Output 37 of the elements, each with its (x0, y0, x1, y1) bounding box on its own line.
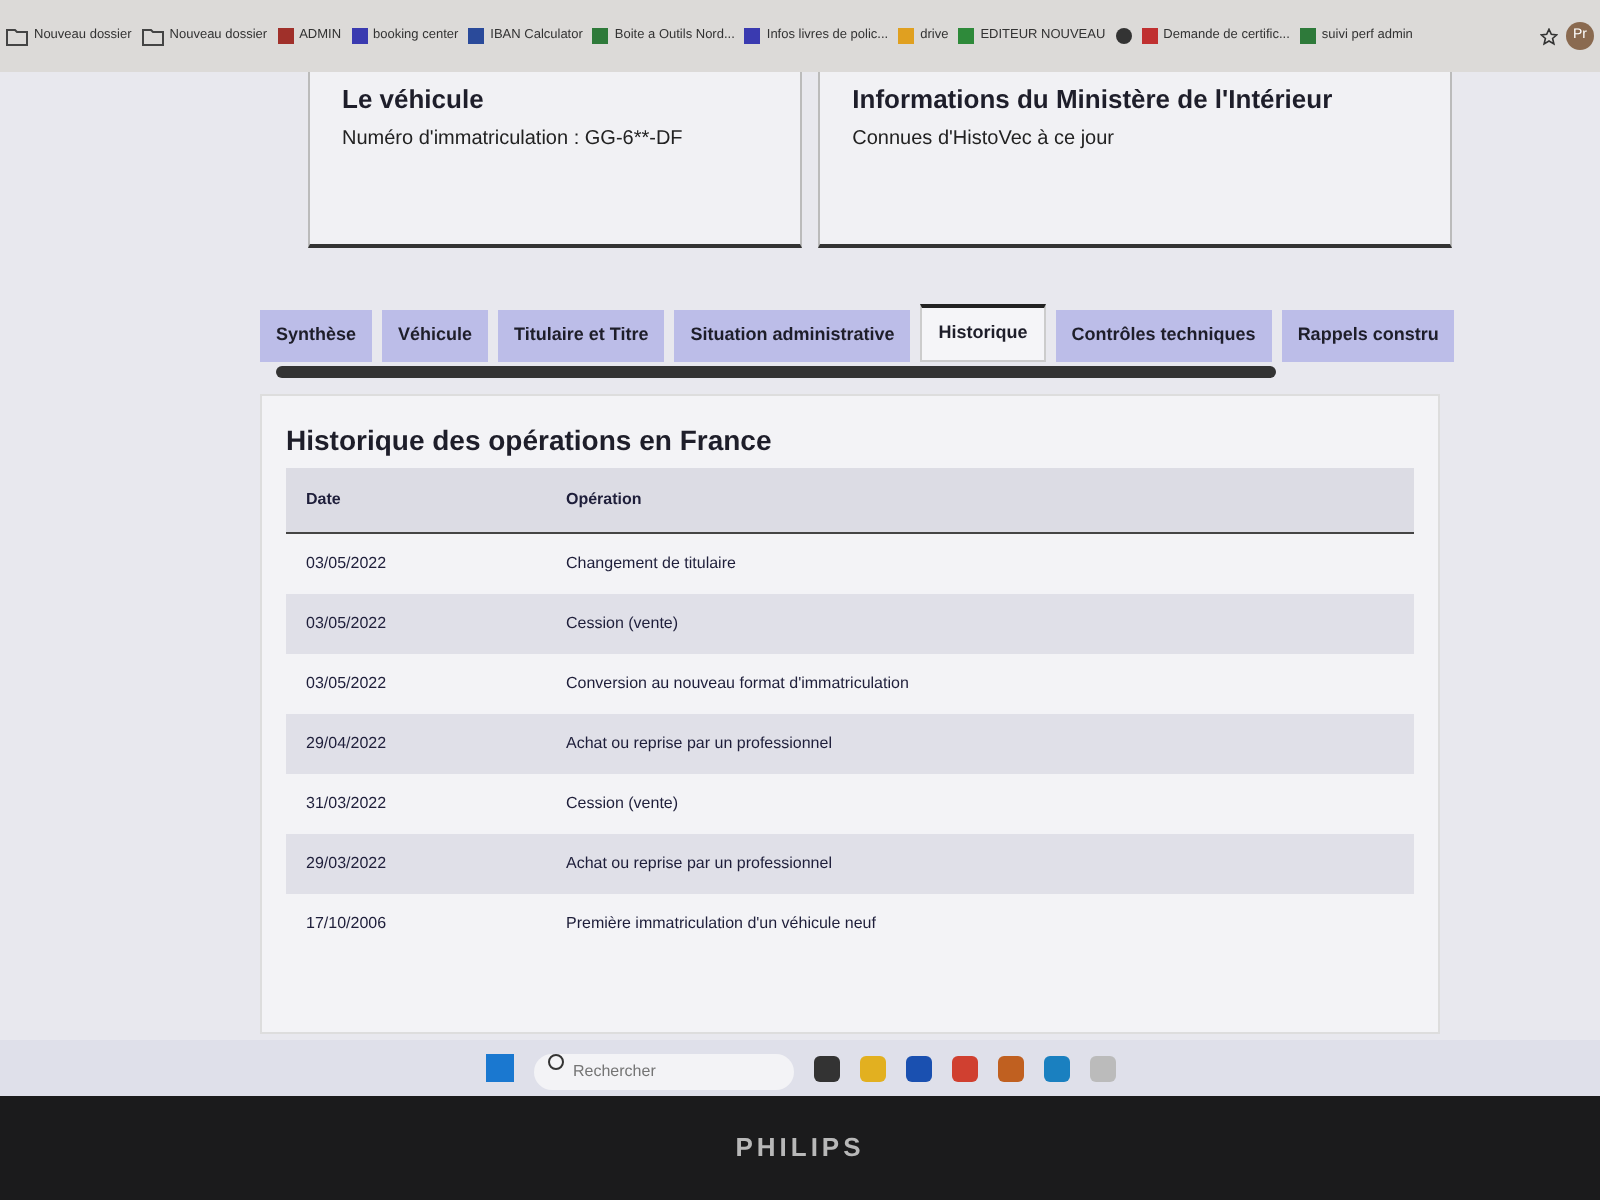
section-title: Historique des opérations en France (286, 423, 774, 457)
table-cell: 29/04/2022 (286, 714, 546, 775)
card-text: Connues d'HistoVec à ce jour (852, 125, 1117, 154)
app-icon[interactable] (905, 1055, 931, 1081)
scrollbar[interactable] (276, 365, 1276, 377)
column-header: Opération (546, 468, 1414, 534)
star-icon[interactable] (1540, 27, 1558, 45)
tab[interactable]: Historique (920, 304, 1046, 361)
card-title: Le véhicule (342, 84, 486, 116)
table-cell: Achat ou reprise par un professionnel (546, 714, 1414, 775)
card-title: Informations du Ministère de l'Intérieur (852, 84, 1335, 116)
tab[interactable]: Contrôles techniques (1055, 310, 1272, 361)
table-cell: 29/03/2022 (286, 834, 546, 895)
table-cell: 31/03/2022 (286, 774, 546, 835)
tab[interactable]: Synthèse (260, 310, 373, 361)
tab[interactable]: Véhicule (382, 310, 489, 361)
folder-icon (6, 27, 28, 45)
table-cell: 03/05/2022 (286, 533, 546, 595)
tab[interactable]: Rappels constru (1281, 310, 1455, 361)
table-cell: 03/05/2022 (286, 594, 546, 655)
monitor-brand: PHILIPS (735, 1130, 865, 1167)
table-cell: Conversion au nouveau format d'immatriculation (546, 654, 1414, 715)
app-icon[interactable] (813, 1055, 839, 1081)
table-cell-text: 17/10/2006 (304, 912, 389, 937)
card-text: Numéro d'immatriculation : GG-6**-DF (342, 125, 685, 154)
tab[interactable]: Titulaire et Titre (498, 310, 665, 361)
folder-icon (141, 27, 164, 45)
search-field[interactable]: Rechercher (533, 1053, 793, 1089)
windows-icon[interactable] (485, 1054, 513, 1082)
column-header: Date (286, 468, 546, 534)
table-cell: 03/05/2022 (286, 654, 546, 715)
table-cell: Cession (vente) (546, 594, 1414, 655)
table-cell: Cession (vente) (546, 774, 1414, 835)
table-cell: Achat ou reprise par un professionnel (546, 834, 1414, 895)
table-cell-text: Première immatriculation d'un véhicule neuf (564, 912, 878, 937)
table-cell: Changement de titulaire (546, 533, 1414, 595)
tab[interactable]: Situation administrative (674, 310, 911, 361)
